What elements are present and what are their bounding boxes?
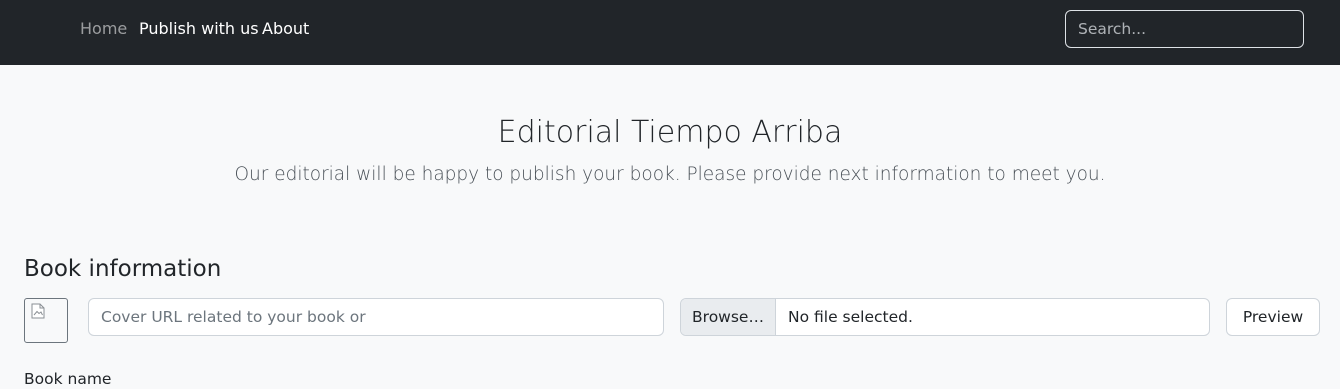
cover-url-input[interactable] [88,298,664,336]
cover-thumbnail [24,298,68,343]
search-input[interactable] [1065,10,1304,48]
nav-link-publish[interactable]: Publish with us [139,19,259,39]
top-navbar: Home Publish with us About [0,0,1340,65]
section-title-book-information: Book information [24,256,222,282]
nav-link-home[interactable]: Home [80,19,127,39]
page-title: Editorial Tiempo Arriba [497,115,843,150]
preview-button[interactable]: Preview [1226,298,1320,336]
file-status: No file selected. [788,308,913,326]
browse-button[interactable]: Browse… [681,299,776,335]
page-subtitle: Our editorial will be happy to publish y… [234,164,1106,185]
nav-link-about[interactable]: About [262,19,309,39]
cover-file-input[interactable]: Browse… No file selected. [680,298,1210,336]
book-name-label: Book name [24,370,112,388]
broken-image-icon [31,303,45,319]
